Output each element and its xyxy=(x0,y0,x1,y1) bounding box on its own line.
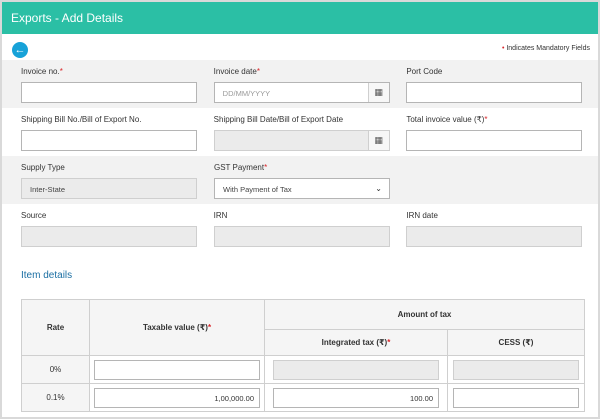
invoice-no-input[interactable] xyxy=(21,82,197,103)
field-gst-payment: GST Payment* With Payment of Tax ⌄ xyxy=(204,156,397,204)
chevron-down-icon: ⌄ xyxy=(375,184,382,193)
field-irn-date: IRN date xyxy=(396,204,589,252)
shipping-bill-no-label: Shipping Bill No./Bill of Export No. xyxy=(21,115,142,124)
cess-input xyxy=(453,359,579,380)
gst-payment-selected: With Payment of Tax xyxy=(223,185,292,194)
invoice-date-placeholder: DD/MM/YYYY xyxy=(222,89,271,98)
item-details-table: Rate Taxable value (₹)* Amount of tax In… xyxy=(21,299,585,412)
irn-input xyxy=(213,226,390,247)
header-taxable-value: Taxable value (₹)* xyxy=(89,299,265,356)
top-toolbar: ← • Indicates Mandatory Fields xyxy=(2,34,598,60)
source-label: Source xyxy=(21,211,47,220)
field-source: Source xyxy=(11,204,204,252)
calendar-icon[interactable]: ▦ xyxy=(367,83,389,102)
integrated-tax-input[interactable]: 100.00 xyxy=(273,387,439,408)
shipping-bill-date-label: Shipping Bill Date/Bill of Export Date xyxy=(213,115,344,124)
cess-cell xyxy=(447,355,585,384)
back-arrow-icon[interactable]: ← xyxy=(12,42,28,58)
cess-input[interactable] xyxy=(453,387,579,408)
header-rate: Rate xyxy=(21,299,90,356)
form-row-source: Source IRN IRN date xyxy=(2,204,598,252)
field-irn: IRN xyxy=(204,204,397,252)
table-row: 0.1% 1,00,000.00 100.00 xyxy=(21,383,585,412)
mandatory-note: • Indicates Mandatory Fields xyxy=(502,45,590,52)
calendar-icon[interactable]: ▦ xyxy=(367,131,389,150)
page-frame: Exports - Add Details ← • Indicates Mand… xyxy=(2,2,598,417)
field-supply-type: Supply Type Inter-State xyxy=(11,156,204,204)
invoice-date-label: Invoice date* xyxy=(213,67,260,76)
integrated-tax-cell xyxy=(264,355,448,384)
field-total-invoice-value: Total invoice value (₹)* xyxy=(396,108,589,156)
gst-payment-label: GST Payment* xyxy=(214,163,268,172)
form-row-invoice: Invoice no.* Invoice date* DD/MM/YYYY ▦ … xyxy=(2,60,598,108)
shipping-bill-no-input[interactable] xyxy=(21,130,197,151)
form-row-shipping: Shipping Bill No./Bill of Export No. Shi… xyxy=(2,108,598,156)
taxable-value-input[interactable]: 1,00,000.00 xyxy=(94,387,260,408)
mandatory-marker: • xyxy=(501,45,505,52)
mandatory-note-text: Indicates Mandatory Fields xyxy=(506,45,590,52)
port-code-label: Port Code xyxy=(406,67,443,76)
taxable-value-cell: 1,00,000.00 xyxy=(89,383,265,412)
supply-type-label: Supply Type xyxy=(21,163,65,172)
item-details-title: Item details xyxy=(21,270,73,281)
header-integrated-tax: Integrated tax (₹)* xyxy=(264,329,448,356)
total-invoice-value-label: Total invoice value (₹)* xyxy=(406,115,488,124)
field-invoice-date: Invoice date* DD/MM/YYYY ▦ xyxy=(204,60,397,108)
page-header: Exports - Add Details xyxy=(2,2,598,34)
cess-cell xyxy=(447,383,585,412)
header-cess: CESS (₹) xyxy=(447,329,585,356)
irn-date-label: IRN date xyxy=(406,211,438,220)
field-shipping-bill-date: Shipping Bill Date/Bill of Export Date ▦ xyxy=(204,108,397,156)
page-title: Exports - Add Details xyxy=(11,11,124,25)
field-shipping-bill-no: Shipping Bill No./Bill of Export No. xyxy=(11,108,204,156)
irn-label: IRN xyxy=(213,211,228,220)
port-code-input[interactable] xyxy=(406,82,583,103)
rate-cell: 0.1% xyxy=(21,383,90,412)
shipping-bill-date-input[interactable]: ▦ xyxy=(213,130,390,151)
field-port-code: Port Code xyxy=(396,60,589,108)
form-row-supply: Supply Type Inter-State GST Payment* Wit… xyxy=(2,156,598,204)
total-invoice-value-input[interactable] xyxy=(406,130,583,151)
invoice-date-input[interactable]: DD/MM/YYYY ▦ xyxy=(213,82,390,103)
table-row: 0% xyxy=(21,355,585,384)
integrated-tax-cell: 100.00 xyxy=(264,383,448,412)
irn-date-input xyxy=(406,226,583,247)
rate-cell: 0% xyxy=(21,355,90,384)
invoice-no-label: Invoice no.* xyxy=(21,67,63,76)
taxable-value-cell xyxy=(89,355,265,384)
supply-type-input: Inter-State xyxy=(21,178,197,199)
field-invoice-no: Invoice no.* xyxy=(11,60,204,108)
integrated-tax-input xyxy=(273,359,439,380)
source-input xyxy=(21,226,197,247)
header-amount-of-tax: Amount of tax xyxy=(264,299,585,330)
taxable-value-input[interactable] xyxy=(94,359,260,380)
gst-payment-select[interactable]: With Payment of Tax ⌄ xyxy=(214,178,390,199)
